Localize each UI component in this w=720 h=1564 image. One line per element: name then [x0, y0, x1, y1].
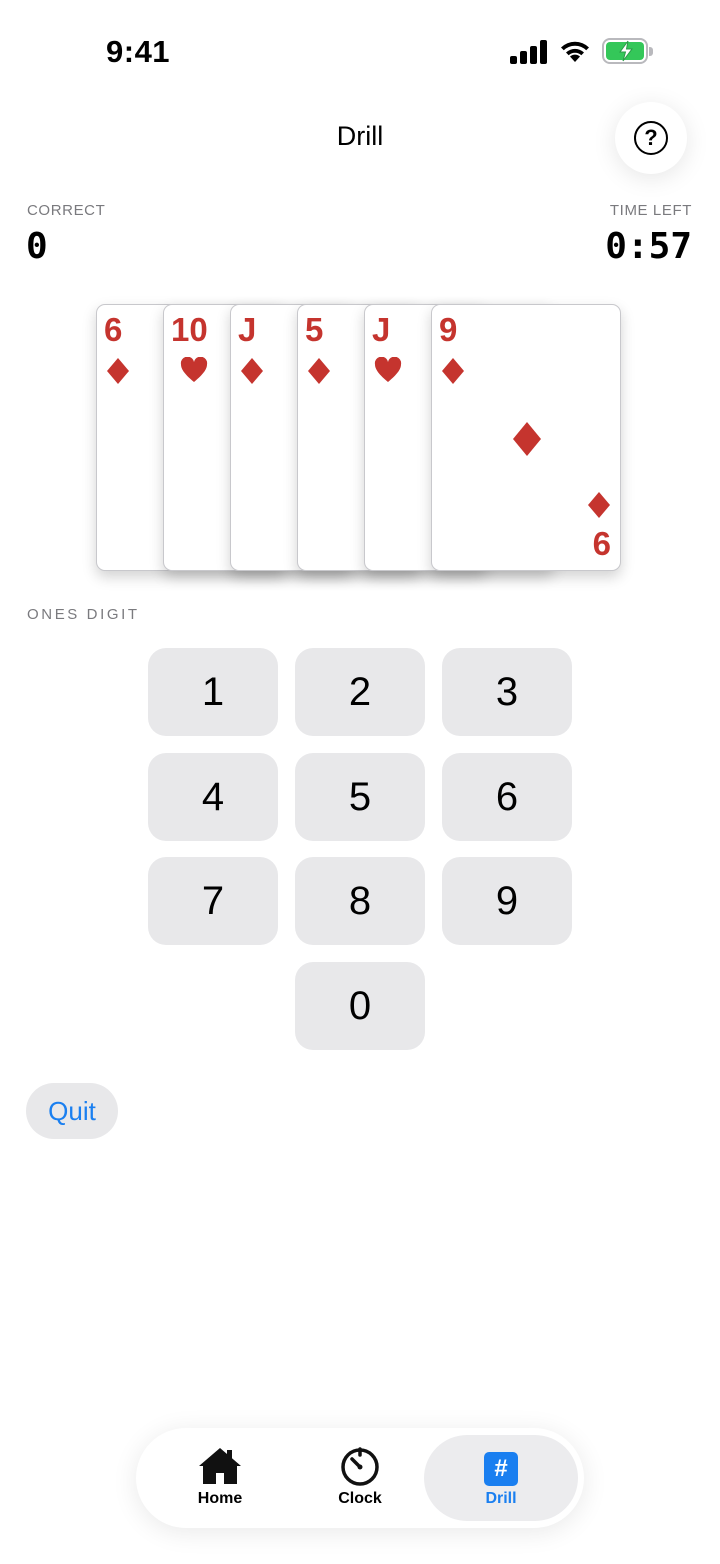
- card-rank: 5: [305, 311, 324, 348]
- timer-icon: [341, 1447, 379, 1486]
- card-rank: 10: [171, 311, 208, 348]
- key-0[interactable]: 0: [295, 962, 425, 1050]
- key-7[interactable]: 7: [148, 857, 278, 945]
- house-icon: [199, 1448, 241, 1484]
- diamond-suit-icon: [241, 358, 263, 384]
- page-title: Drill: [336, 121, 384, 151]
- diamond-suit-icon: [513, 422, 541, 456]
- key-2[interactable]: 2: [295, 648, 425, 736]
- help-button[interactable]: ?: [615, 102, 687, 174]
- question-circle-icon: ?: [634, 121, 668, 155]
- tab-bar: Home Clock # Drill: [136, 1428, 584, 1528]
- diamond-suit-icon: [107, 358, 129, 384]
- key-6[interactable]: 6: [442, 753, 572, 841]
- tab-label: Clock: [338, 1490, 382, 1507]
- key-1[interactable]: 1: [148, 648, 278, 736]
- cellular-signal-icon: [510, 40, 548, 64]
- key-3[interactable]: 3: [442, 648, 572, 736]
- tab-clock[interactable]: Clock: [316, 1428, 404, 1528]
- keypad-label: ONES DIGIT: [27, 606, 140, 623]
- card-rank: 6: [104, 311, 123, 348]
- time-left-label: TIME LEFT: [609, 202, 692, 219]
- card-rank: 9: [439, 311, 458, 348]
- diamond-suit-icon: [442, 358, 464, 384]
- hash-icon: #: [484, 1452, 518, 1486]
- wifi-icon: [558, 38, 592, 69]
- card-rank-bottom: 6: [592, 525, 611, 562]
- card-rank: J: [372, 311, 391, 348]
- correct-label: CORRECT: [27, 202, 106, 219]
- key-5[interactable]: 5: [295, 753, 425, 841]
- correct-value: 0: [26, 226, 48, 267]
- key-9[interactable]: 9: [442, 857, 572, 945]
- status-time: 9:41: [106, 34, 171, 69]
- battery-icon: [602, 38, 653, 64]
- key-8[interactable]: 8: [295, 857, 425, 945]
- tab-home[interactable]: Home: [176, 1428, 264, 1528]
- card-rank: J: [238, 311, 257, 348]
- key-4[interactable]: 4: [148, 753, 278, 841]
- time-left-value: 0:57: [605, 226, 692, 267]
- quit-button[interactable]: Quit: [26, 1083, 118, 1139]
- playing-card: 9 6: [431, 304, 621, 571]
- heart-suit-icon: [180, 357, 208, 382]
- diamond-suit-icon: [588, 492, 610, 518]
- heart-suit-icon: [374, 357, 402, 382]
- tab-label: Drill: [485, 1490, 517, 1507]
- diamond-suit-icon: [308, 358, 330, 384]
- tab-drill[interactable]: # Drill: [424, 1435, 578, 1521]
- tab-label: Home: [197, 1490, 243, 1507]
